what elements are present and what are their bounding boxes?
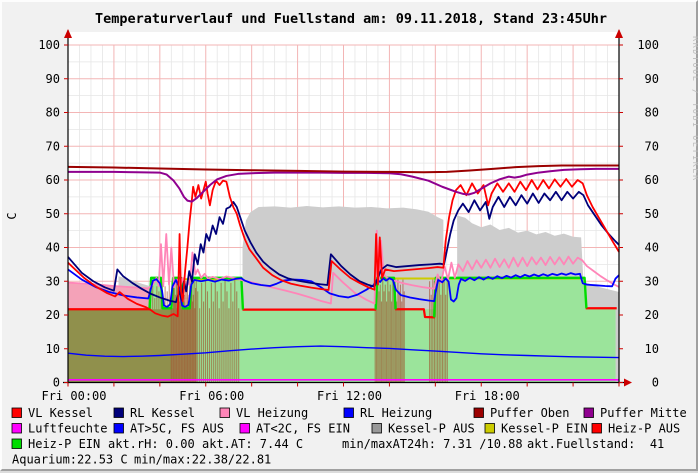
legend-label: Puffer Mitte	[600, 406, 687, 420]
legend-swatch-at-5c-fs-aus	[114, 424, 124, 434]
legend-label: Kessel-P EIN	[501, 422, 588, 436]
chart-canvas: 0 0 10 10 20 20 30 30 40 40 50 50 60 60 70 70 80 80 90 90 10…	[2, 2, 698, 473]
x-tick-label: Fri 06:00	[179, 389, 244, 403]
legend-label: Puffer Oben	[490, 406, 569, 420]
y-tick-label-right: 50	[645, 207, 659, 221]
legend-label: AT<2C, FS EIN	[256, 422, 350, 436]
legend-label: VL Kessel	[28, 406, 93, 420]
legend-swatch-heiz-p-aus	[592, 424, 602, 434]
legend-label: RL Kessel	[130, 406, 195, 420]
legend-swatch-kessel-p-aus	[372, 424, 382, 434]
legend-label: AT>5C, FS AUS	[130, 422, 224, 436]
y-tick-label-left: 100	[38, 38, 60, 52]
y-tick-label-left: 60	[46, 173, 60, 187]
legend-label: Heiz-P EIN	[28, 437, 100, 451]
y-tick-label-right: 70	[645, 139, 659, 153]
legend-swatch-luftfeuchte	[12, 424, 22, 434]
legend-stat-text: akt.AT: 7.44 C	[202, 437, 303, 451]
x-tick-label: Fri 12:00	[317, 389, 382, 403]
legend-label: Heiz-P AUS	[608, 422, 680, 436]
graph-title: Temperaturverlauf und Fuellstand am: 09.…	[95, 11, 607, 27]
legend-swatch-vl-kessel	[12, 408, 22, 418]
y-tick-label-right: 10	[645, 342, 659, 356]
legend-stat-text: Aquarium:22.53 C	[12, 453, 128, 467]
y-tick-label-left: 10	[46, 342, 60, 356]
y-tick-label-right: 0	[652, 376, 659, 390]
y-tick-label-right: 30	[645, 274, 659, 288]
y-tick-label-left: 90	[46, 72, 60, 86]
rrd-temperature-graph: 0 0 10 10 20 20 30 30 40 40 50 50 60 60 70 70 80 80 90 90 10…	[0, 0, 698, 471]
legend-swatch-rl-kessel	[114, 408, 124, 418]
legend-swatch-vl-heizung	[220, 408, 230, 418]
legend-swatch-kessel-p-ein	[485, 424, 495, 434]
y-tick-label-left: 20	[46, 308, 60, 322]
legend-swatch-puffer-oben	[474, 408, 484, 418]
x-tick-label: Fri 18:00	[455, 389, 520, 403]
y-tick-label-left: 70	[46, 139, 60, 153]
y-axis-unit-label: C	[5, 212, 19, 219]
y-tick-label-right: 40	[645, 241, 659, 255]
y-tick-label-left: 40	[46, 241, 60, 255]
x-tick-label: Fri 00:00	[41, 389, 106, 403]
y-tick-label-right: 90	[645, 72, 659, 86]
y-tick-label-left: 50	[46, 207, 60, 221]
legend-swatch-at-2c-fs-ein	[240, 424, 250, 434]
legend-label: Kessel-P AUS	[388, 422, 475, 436]
legend-label: RL Heizung	[360, 406, 432, 420]
legend-stat-text: akt.Fuellstand: 41	[527, 437, 664, 451]
legend-swatch-heiz-p-ein	[12, 439, 22, 449]
y-tick-label-left: 0	[53, 376, 60, 390]
arrow-right	[624, 379, 632, 387]
y-tick-label-right: 20	[645, 308, 659, 322]
legend-stat-text: min/max:22.38/22.81	[134, 453, 271, 467]
y-tick-label-right: 100	[637, 38, 659, 52]
legend-label: VL Heizung	[236, 406, 308, 420]
y-tick-label-left: 30	[46, 274, 60, 288]
legend-label: Luftfeuchte	[28, 422, 107, 436]
area-heiz-p-aus-olive-block	[68, 309, 171, 382]
y-tick-label-right: 80	[645, 106, 659, 120]
rrdtool-watermark: RRDTOOL / TOBI OETIKER	[690, 36, 698, 182]
legend-swatch-puffer-mitte	[584, 408, 594, 418]
y-tick-label-right: 60	[645, 173, 659, 187]
y-tick-label-left: 80	[46, 106, 60, 120]
legend-stat-text: min/maxAT24h: 7.31 /10.88	[342, 437, 523, 451]
legend-stat-text: akt.rH: 0.00	[108, 437, 195, 451]
legend-swatch-rl-heizung	[344, 408, 354, 418]
